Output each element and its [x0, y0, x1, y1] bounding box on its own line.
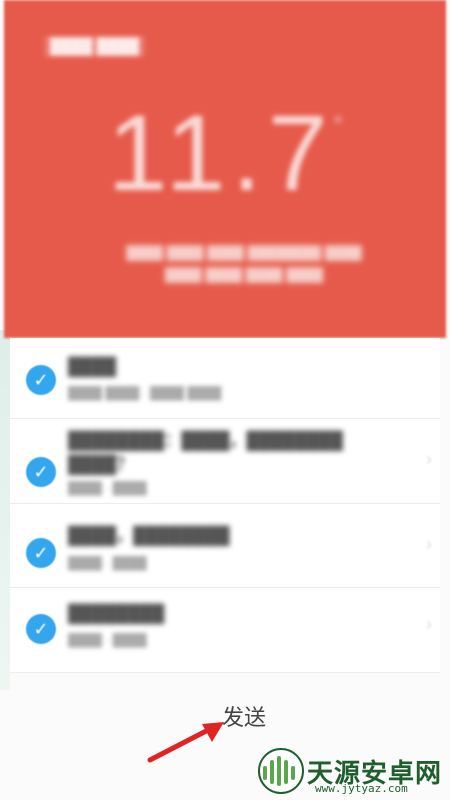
- hero-caption: ████ ████ ████ ████████ ████ ████ ████ █…: [94, 242, 394, 286]
- chevron-right-icon: ›: [426, 614, 432, 634]
- hero-title: ████ ████: [44, 36, 146, 57]
- android-logo-icon: [258, 748, 304, 794]
- chevron-right-icon: ›: [426, 534, 432, 554]
- left-edge-strip: [0, 330, 10, 690]
- hero-value-unit: °: [333, 112, 343, 137]
- check-icon[interactable]: ✓: [26, 365, 56, 395]
- item-meta: ████ ████ · ████ ████: [68, 386, 222, 400]
- list-item[interactable]: ✓ ████████：████，████████ ████？ ████ · ██…: [10, 419, 440, 504]
- check-icon[interactable]: ✓: [26, 538, 56, 568]
- hero-caption-line: ████ ████ ████ ████: [164, 267, 324, 282]
- hero-value-number: 11.7: [107, 92, 334, 213]
- item-title: ████████：████，████████ ████？: [68, 431, 343, 474]
- item-meta: ████ · ████: [68, 633, 147, 647]
- list-item[interactable]: ✓ ████，████████ ████ · ████ ›: [10, 504, 440, 588]
- chevron-right-icon: ›: [426, 449, 432, 469]
- item-title: ████，████████: [68, 526, 230, 545]
- watermark: 天源安卓网 www.jytyaz.com: [255, 748, 442, 795]
- item-meta: ████ · ████: [68, 481, 147, 495]
- list-item[interactable]: ✓ ████████ ████ · ████ ›: [10, 588, 440, 673]
- list-item[interactable]: ✓ ████ ████ ████ · ████ ████: [10, 338, 440, 419]
- message-list: ✓ ████ ████ ████ · ████ ████ ✓ ████████：…: [10, 338, 440, 673]
- hero-caption-line: ████ ████ ████ ████████ ████: [126, 245, 362, 260]
- check-icon[interactable]: ✓: [26, 457, 56, 487]
- item-title: ████████: [68, 604, 165, 623]
- hero-card[interactable]: ████ ████ 11.7° ████ ████ ████ ████████ …: [4, 0, 446, 338]
- arrow-pointer-icon: [147, 722, 224, 763]
- hero-value: 11.7°: [4, 90, 446, 215]
- watermark-url: www.jytyaz.com: [315, 782, 408, 795]
- item-meta: ████ · ████: [68, 556, 147, 570]
- item-title: ████: [68, 357, 117, 376]
- app-screen: ████ ████ 11.7° ████ ████ ████ ████████ …: [0, 0, 450, 800]
- check-icon[interactable]: ✓: [26, 614, 56, 644]
